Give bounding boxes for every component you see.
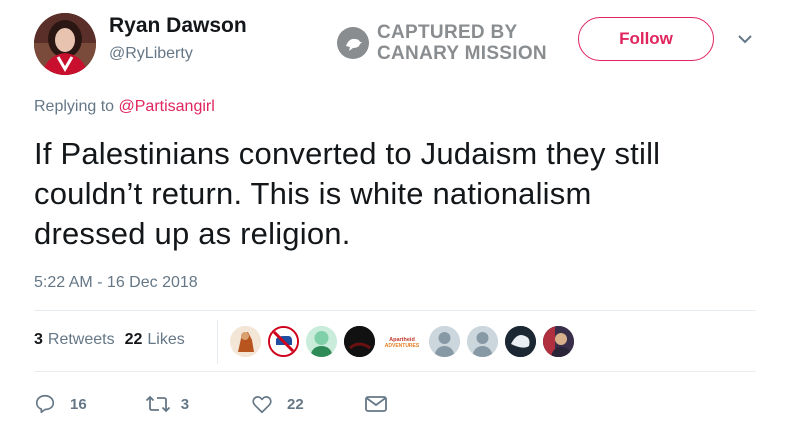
author-avatar[interactable] xyxy=(34,13,96,75)
retweet-action[interactable]: 3 xyxy=(145,393,189,415)
likes-label: Likes xyxy=(147,331,185,348)
replying-to: Replying to @Partisangirl xyxy=(34,98,215,116)
like-action[interactable]: 22 xyxy=(251,393,304,415)
tweet-line-1: If Palestinians converted to Judaism the… xyxy=(34,136,661,171)
liker-avatars: Apartheid ADVENTURES xyxy=(230,326,581,357)
stamp-line-2: CANARY MISSION xyxy=(377,43,547,64)
engagement-stats: 3 Retweets 22 Likes xyxy=(34,331,195,349)
retweet-icon xyxy=(145,395,170,413)
stats-separator xyxy=(217,320,218,364)
retweets-count: 3 xyxy=(34,331,43,348)
tweet-timestamp[interactable]: 5:22 AM - 16 Dec 2018 xyxy=(34,274,198,292)
author-handle[interactable]: @RyLiberty xyxy=(109,45,193,63)
divider-top xyxy=(34,310,756,311)
chevron-down-icon[interactable] xyxy=(736,32,754,46)
liker-avatar[interactable] xyxy=(230,326,261,357)
liker-avatar[interactable] xyxy=(467,326,498,357)
likes-stat[interactable]: 22 Likes xyxy=(125,331,185,349)
replying-to-prefix: Replying to xyxy=(34,98,115,115)
captured-by-stamp: CAPTURED BY CANARY MISSION xyxy=(337,22,547,64)
retweets-label: Retweets xyxy=(47,331,115,348)
liker-badge-line-2: ADVENTURES xyxy=(385,343,420,349)
liker-avatar[interactable] xyxy=(505,326,536,357)
reply-action[interactable]: 16 xyxy=(34,393,87,415)
tweet-line-3: dressed up as religion. xyxy=(34,216,351,251)
reply-count: 16 xyxy=(70,395,87,413)
follow-button[interactable]: Follow xyxy=(578,17,714,61)
likes-count: 22 xyxy=(124,331,143,348)
author-name[interactable]: Ryan Dawson xyxy=(109,14,247,38)
envelope-icon xyxy=(364,396,387,412)
liker-badge: Apartheid ADVENTURES xyxy=(385,337,420,349)
avatar-image xyxy=(34,13,96,75)
divider-bottom xyxy=(34,371,756,372)
liker-avatar[interactable] xyxy=(344,326,375,357)
stamp-line-1: CAPTURED BY xyxy=(377,22,518,43)
canary-icon xyxy=(337,27,369,59)
tweet-actions: 16 3 22 xyxy=(34,393,388,415)
liker-avatar[interactable]: Apartheid ADVENTURES xyxy=(382,326,422,357)
reply-icon xyxy=(35,394,55,414)
liker-avatar[interactable] xyxy=(429,326,460,357)
liker-avatar[interactable] xyxy=(268,326,299,357)
heart-icon xyxy=(252,396,272,414)
message-action[interactable] xyxy=(364,394,388,414)
replying-to-mention[interactable]: @Partisangirl xyxy=(119,98,215,115)
retweet-count: 3 xyxy=(180,395,190,413)
retweets-stat[interactable]: 3 Retweets xyxy=(34,331,115,349)
liker-avatar[interactable] xyxy=(543,326,574,357)
liker-avatar[interactable] xyxy=(306,326,337,357)
like-count: 22 xyxy=(287,395,304,413)
stamp-text: CAPTURED BY CANARY MISSION xyxy=(377,22,547,64)
tweet-text: If Palestinians converted to Judaism the… xyxy=(34,134,774,254)
tweet-line-2: couldn’t return. This is white nationali… xyxy=(34,176,592,211)
